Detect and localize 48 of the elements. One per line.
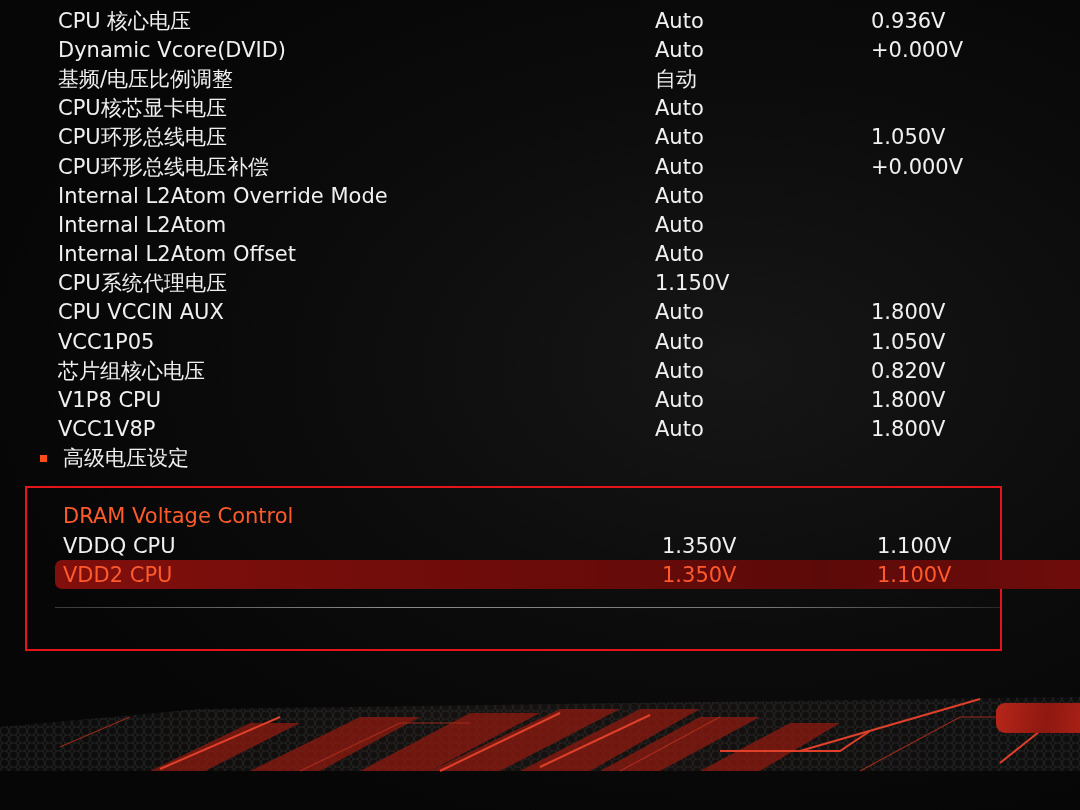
setting-label[interactable]: Internal L2Atom <box>58 211 227 238</box>
setting-value[interactable]: Auto <box>655 241 704 268</box>
setting-value[interactable]: Auto <box>655 211 704 238</box>
voltage-reading: +0.000V <box>871 36 964 63</box>
setting-value[interactable]: Auto <box>655 95 704 122</box>
setting-label[interactable]: VCC1P05 <box>58 328 155 355</box>
voltage-reading: 1.050V <box>871 124 946 151</box>
setting-value[interactable]: 1.350V <box>662 561 737 588</box>
section-heading: DRAM Voltage Control <box>63 503 294 530</box>
setting-value[interactable]: Auto <box>655 387 704 414</box>
setting-value[interactable]: 1.150V <box>655 270 730 297</box>
voltage-reading: 1.100V <box>877 561 952 588</box>
voltage-reading: 1.800V <box>871 387 946 414</box>
setting-label[interactable]: 基频/电压比例调整 <box>58 65 234 92</box>
setting-label[interactable]: 芯片组核心电压 <box>58 357 205 384</box>
setting-value[interactable]: Auto <box>655 299 704 326</box>
setting-label[interactable]: CPU 核心电压 <box>58 7 192 34</box>
setting-value[interactable]: 自动 <box>655 65 697 92</box>
setting-value[interactable]: Auto <box>655 36 704 63</box>
setting-value[interactable]: Auto <box>655 416 704 443</box>
setting-label[interactable]: Internal L2Atom Override Mode <box>58 182 388 209</box>
voltage-reading: 0.936V <box>871 7 946 34</box>
voltage-reading: 1.100V <box>877 532 952 559</box>
voltage-reading: 0.820V <box>871 357 946 384</box>
setting-label[interactable]: Dynamic Vcore(DVID) <box>58 36 287 63</box>
setting-value[interactable]: Auto <box>655 124 704 151</box>
voltage-reading: 1.800V <box>871 299 946 326</box>
setting-label[interactable]: CPU系统代理电压 <box>58 270 227 297</box>
setting-label[interactable]: VDDQ CPU <box>63 532 176 559</box>
setting-value[interactable]: Auto <box>655 7 704 34</box>
setting-label[interactable]: Internal L2Atom Offset <box>58 241 296 268</box>
setting-value[interactable]: Auto <box>655 153 704 180</box>
setting-label[interactable]: CPU VCCIN AUX <box>58 299 224 326</box>
submenu-link[interactable]: 高级电压设定 <box>63 445 189 472</box>
voltage-reading: +0.000V <box>871 153 964 180</box>
voltage-reading: 1.800V <box>871 416 946 443</box>
square-bullet-icon <box>40 454 47 462</box>
setting-label[interactable]: CPU环形总线电压 <box>58 124 227 151</box>
setting-label[interactable]: CPU核芯显卡电压 <box>58 95 227 122</box>
setting-value[interactable]: Auto <box>655 328 704 355</box>
partial-button[interactable] <box>996 703 1080 733</box>
setting-value[interactable]: Auto <box>655 357 704 384</box>
setting-value[interactable]: Auto <box>655 182 704 209</box>
setting-value[interactable]: 1.350V <box>662 532 737 559</box>
voltage-reading: 1.050V <box>871 328 946 355</box>
setting-label[interactable]: CPU环形总线电压补偿 <box>58 153 269 180</box>
setting-label[interactable]: VCC1V8P <box>58 416 156 443</box>
setting-label[interactable]: V1P8 CPU <box>58 387 162 414</box>
